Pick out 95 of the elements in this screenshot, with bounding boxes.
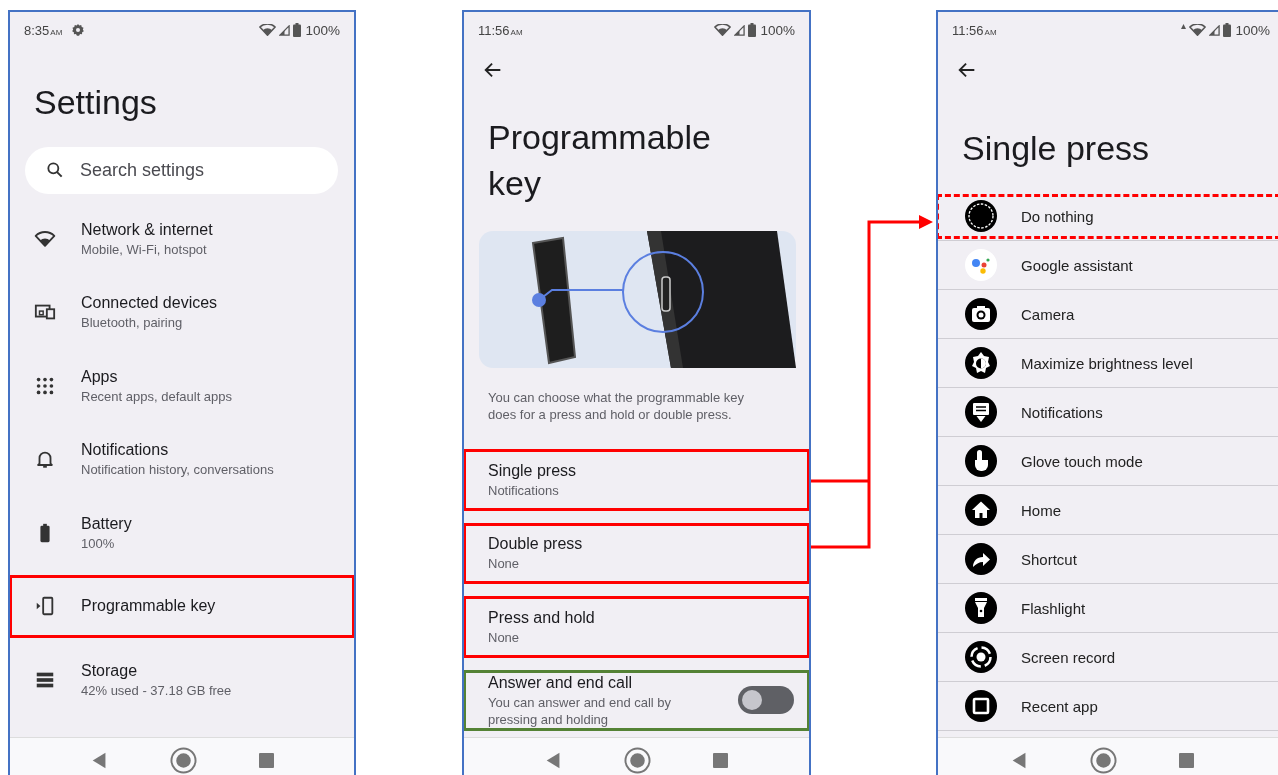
battery-percentage: 100%	[305, 22, 340, 38]
option-label: Shortcut	[1021, 550, 1077, 568]
option-row[interactable]: Glove touch mode	[938, 437, 1278, 486]
settings-item[interactable]: Notifications Notification history, conversations	[10, 422, 354, 496]
home-nav-icon[interactable]	[169, 747, 197, 774]
item-subtitle: Recent apps, default apps	[81, 387, 233, 405]
option-label: Flashlight	[1021, 599, 1086, 617]
option-row[interactable]: Shortcut	[938, 535, 1278, 584]
record-icon	[964, 640, 998, 674]
search-icon	[45, 160, 65, 180]
option-row[interactable]: Google assistant	[938, 241, 1278, 290]
item-subtitle: Notifications	[488, 481, 560, 499]
settings-item[interactable]: Battery 100%	[10, 496, 354, 570]
battery-percentage: 100%	[1235, 22, 1270, 38]
status-time: 11:56AM	[478, 22, 523, 38]
search-field[interactable]: Search settings	[25, 147, 338, 194]
wifi-icon	[1189, 24, 1207, 36]
option-row[interactable]: Notifications	[938, 388, 1278, 437]
battery-icon	[748, 23, 757, 37]
option-label: Glove touch mode	[1021, 452, 1143, 470]
item-subtitle: 42% used - 37.18 GB free	[81, 681, 232, 699]
battery-icon	[1223, 23, 1232, 37]
back-nav-icon[interactable]	[1011, 752, 1028, 769]
item-subtitle: Mobile, Wi-Fi, hotspot	[81, 240, 208, 258]
wifi-icon	[714, 24, 732, 36]
item-title: Notifications	[81, 440, 170, 461]
option-label: Maximize brightness level	[1021, 354, 1193, 372]
option-row[interactable]: Maximize brightness level	[938, 339, 1278, 388]
option-label: Screen record	[1021, 648, 1116, 666]
status-time: 11:56AM	[952, 22, 997, 38]
item-subtitle: You can answer and end call by pressing and holding	[488, 693, 673, 728]
flashlight-icon	[964, 591, 998, 625]
toggle-switch[interactable]	[738, 686, 794, 715]
battery-icon	[293, 23, 302, 37]
option-row[interactable]: Home	[938, 486, 1278, 535]
home-nav-icon[interactable]	[624, 747, 651, 774]
item-subtitle: None	[488, 555, 521, 573]
notification-tray-icon	[964, 395, 998, 429]
back-nav-icon[interactable]	[545, 752, 562, 769]
item-subtitle: 100%	[81, 534, 116, 552]
item-title: Answer and end call	[488, 672, 634, 693]
item-title: Storage	[81, 660, 139, 681]
description-text: You can choose what the programmable key does for a press and hold or double press.	[488, 389, 746, 423]
option-row[interactable]: Camera	[938, 290, 1278, 339]
setting-row[interactable]: Press and hold None	[464, 590, 809, 664]
home-nav-icon[interactable]	[1090, 747, 1117, 774]
setting-row[interactable]: Answer and end call You can answer and end call by pressing and holding	[464, 663, 809, 737]
option-label: Home	[1021, 501, 1061, 519]
item-subtitle: Bluetooth, pairing	[81, 314, 184, 332]
item-title: Press and hold	[488, 607, 596, 628]
item-title: Single press	[488, 460, 578, 481]
option-label: Camera	[1021, 305, 1075, 323]
signal-icon	[734, 24, 746, 36]
option-row[interactable]: Do nothing	[938, 192, 1278, 241]
wifi-icon	[259, 24, 277, 36]
item-title: Apps	[81, 366, 119, 387]
item-subtitle: None	[488, 628, 521, 646]
colored-dots-icon	[964, 248, 998, 282]
option-label: Do nothing	[1021, 207, 1094, 225]
item-title: Network & internet	[81, 219, 213, 240]
option-row[interactable]: Recent app	[938, 682, 1278, 731]
settings-item[interactable]: Connected devices Bluetooth, pairing	[10, 275, 354, 349]
option-label: Recent app	[1021, 697, 1098, 715]
phone-key-icon	[34, 595, 56, 618]
item-title: Programmable key	[81, 596, 216, 617]
page-title: Single press	[961, 128, 1151, 168]
option-row[interactable]: Screen record	[938, 633, 1278, 682]
option-label: Notifications	[1021, 403, 1103, 421]
setting-row[interactable]: Double press None	[464, 516, 809, 590]
item-title: Connected devices	[81, 293, 218, 314]
page-title: Programmable key	[487, 117, 712, 204]
settings-item[interactable]: Storage 42% used - 37.18 GB free	[10, 643, 354, 717]
settings-item[interactable]: Network & internet Mobile, Wi-Fi, hotspot	[10, 202, 354, 276]
gear-icon	[71, 23, 86, 37]
triangle-icon	[1181, 24, 1187, 29]
item-subtitle: Notification history, conversations	[81, 461, 274, 479]
setting-row[interactable]: Single press Notifications	[464, 443, 809, 517]
option-row[interactable]: Flashlight	[938, 584, 1278, 633]
home-icon	[964, 493, 998, 527]
page-title: Settings	[33, 82, 158, 122]
dashed-circle-icon	[964, 199, 998, 233]
item-title: Double press	[488, 534, 584, 555]
camera-icon	[964, 297, 998, 331]
hand-icon	[964, 444, 998, 478]
status-time: 8:35AM	[24, 22, 63, 38]
item-title: Battery	[81, 513, 132, 534]
brightness-icon	[964, 346, 998, 380]
battery-percentage: 100%	[760, 22, 795, 38]
settings-item[interactable]: Programmable key	[10, 569, 354, 643]
recents-nav-icon[interactable]	[258, 753, 274, 768]
option-label: Google assistant	[1021, 256, 1133, 274]
back-nav-icon[interactable]	[90, 752, 108, 769]
signal-icon	[279, 24, 291, 36]
settings-item[interactable]: Apps Recent apps, default apps	[10, 349, 354, 423]
signal-icon	[1209, 24, 1221, 36]
